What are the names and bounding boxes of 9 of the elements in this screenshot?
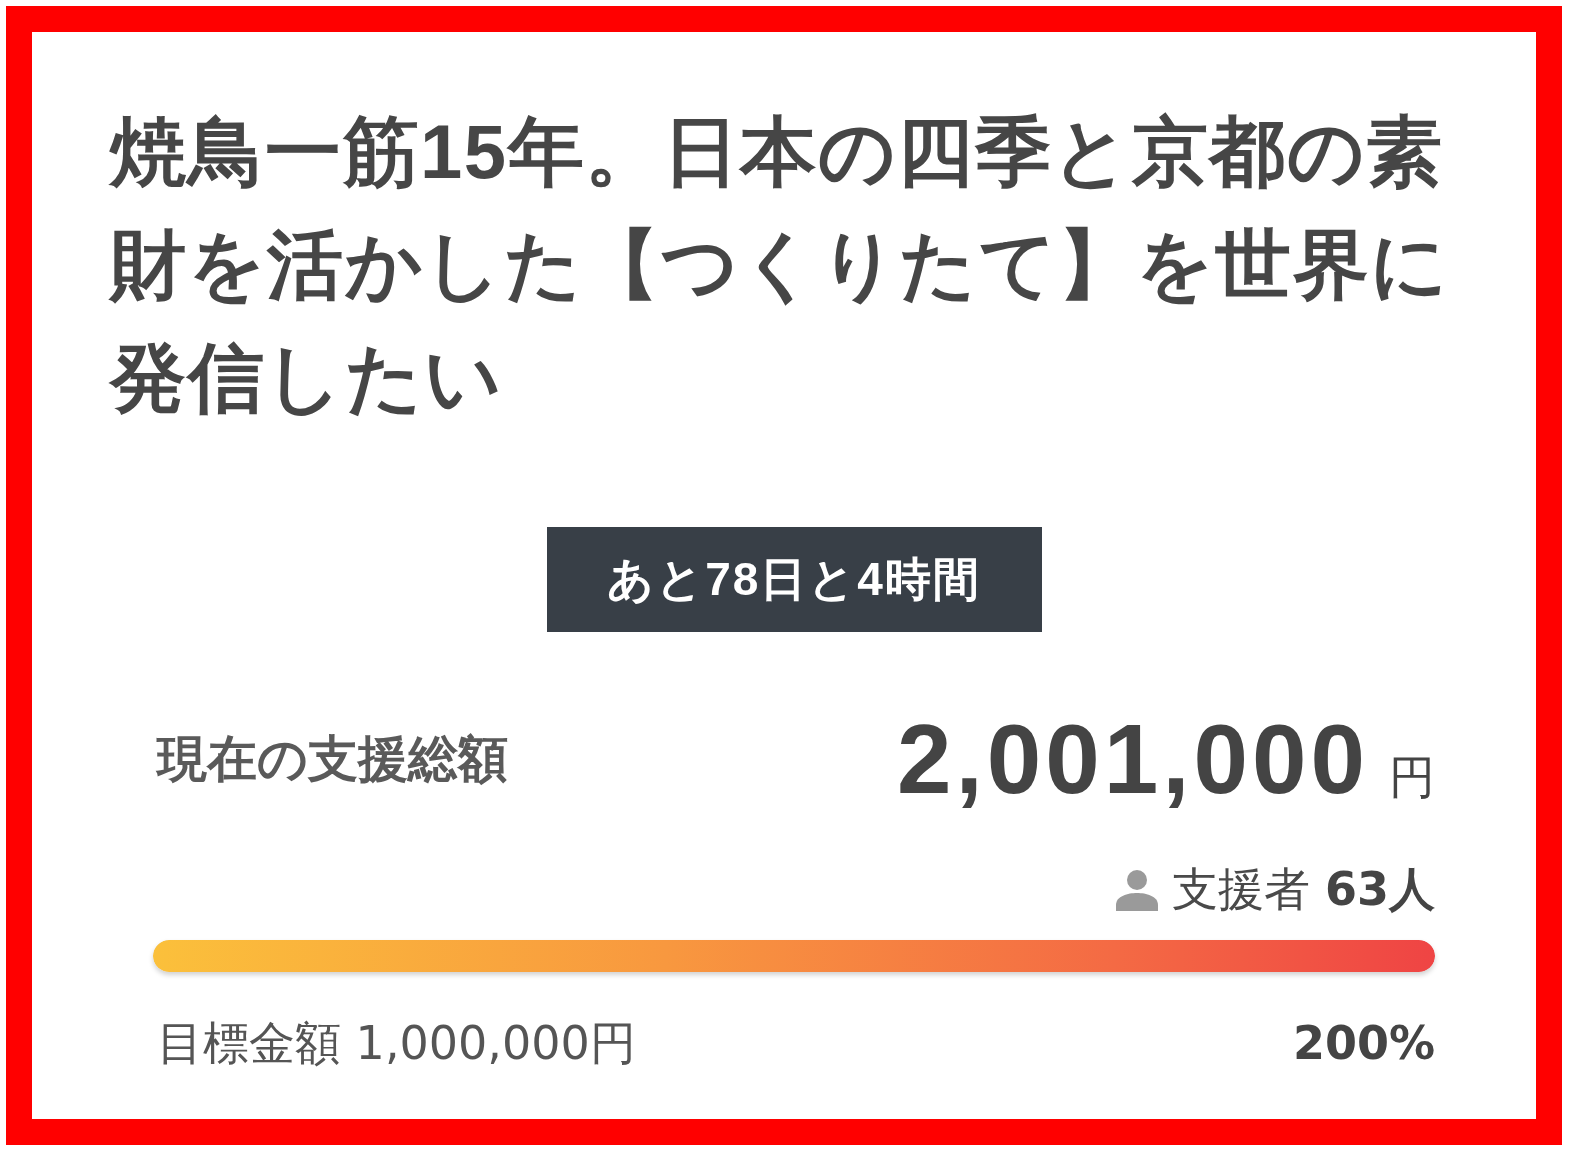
time-left-banner: あと78日と4時間 [546,527,1042,632]
total-label: 現在の支援総額 [157,729,508,789]
total-amount: 2,001,000 [897,707,1369,811]
person-icon [1116,868,1159,911]
project-title: 焼鳥一筋15年。日本の四季と京都の素財を活かした【つくりたて】を世界に発信したい [110,108,1451,422]
goal-amount: 目標金額 1,000,000円 [157,1016,636,1071]
achievement-percent: 200% [1292,1016,1435,1071]
supporter-count: 支援者 63人 [1172,862,1435,917]
currency-unit: 円 [1389,750,1435,805]
